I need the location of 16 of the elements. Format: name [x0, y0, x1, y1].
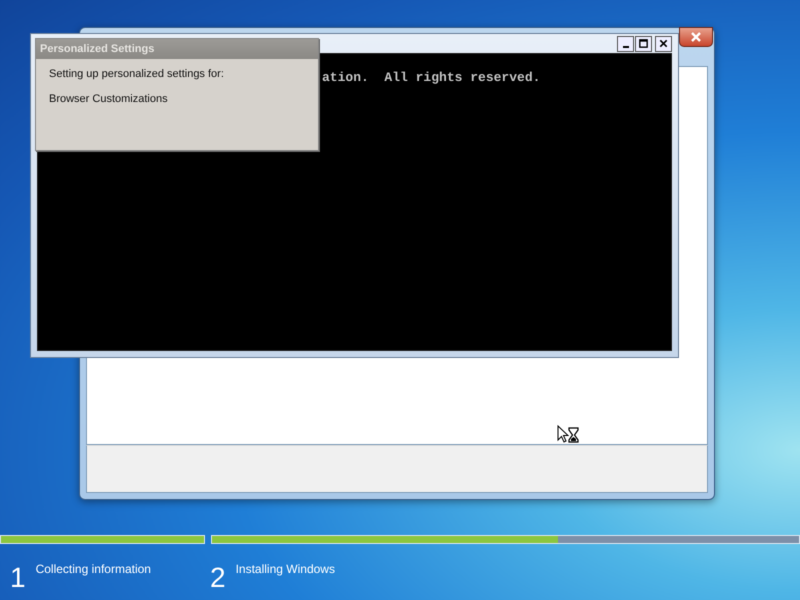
console-text: ation. All rights reserved. — [322, 70, 540, 85]
dialog-title: Personalized Settings — [36, 39, 318, 59]
close-icon — [658, 38, 669, 49]
close-button[interactable] — [655, 36, 672, 52]
close-button[interactable] — [679, 27, 713, 47]
dialog-text: Setting up personalized settings for: — [49, 68, 225, 80]
minimize-icon — [622, 46, 628, 48]
maximize-button[interactable] — [635, 36, 652, 52]
minimize-button[interactable] — [617, 36, 634, 52]
step-label: Installing Windows — [236, 562, 335, 576]
close-icon — [690, 32, 702, 42]
maximize-icon — [638, 38, 649, 49]
step-number: 2 — [210, 562, 226, 594]
step-number: 1 — [10, 562, 26, 594]
step-label: Collecting information — [36, 562, 151, 576]
dialog-text: Browser Customizations — [49, 93, 169, 105]
